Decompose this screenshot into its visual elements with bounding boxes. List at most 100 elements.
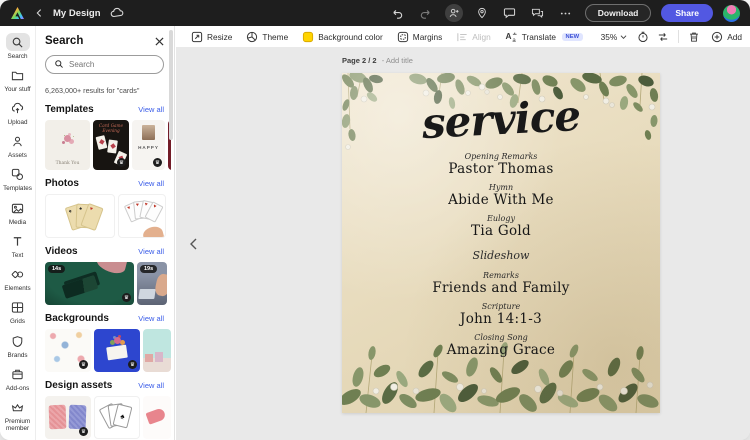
upload-cloud-icon xyxy=(6,99,30,117)
template-thumbnail-happy[interactable]: HAPPY ♛ xyxy=(132,120,165,170)
theme-icon xyxy=(246,31,258,43)
page-duration-icon[interactable] xyxy=(633,29,653,45)
template-thumbnail-card-game[interactable]: Card Game Evening ♛ xyxy=(93,120,129,170)
add-page-button[interactable]: Add xyxy=(704,31,742,43)
search-input[interactable] xyxy=(69,60,159,69)
photo-thumbnail-aces[interactable]: ♠ ♠ ♥ xyxy=(45,194,115,238)
undo-icon[interactable] xyxy=(389,4,407,22)
premium-crown-icon xyxy=(6,399,30,417)
new-badge: NEW xyxy=(562,32,583,41)
premium-crown-badge: ♛ xyxy=(153,158,162,167)
program-item[interactable]: Remarks Friends and Family xyxy=(342,271,660,296)
chevron-down-icon xyxy=(620,32,627,42)
laptop-decoration xyxy=(138,289,156,299)
translate-icon: A a xyxy=(505,31,518,43)
video-thumbnail-card-shuffle[interactable]: 14s ♛ xyxy=(45,262,134,305)
view-all-videos-link[interactable]: View all xyxy=(138,247,164,256)
card-back-decoration xyxy=(48,404,67,430)
results-count: 6,263,000+ results for "cards" xyxy=(45,86,140,95)
design-page[interactable]: service Opening Remarks Pastor Thomas Hy… xyxy=(342,73,660,413)
background-thumbnail-winter[interactable] xyxy=(143,329,171,372)
backgrounds-row: ♛ ♛ xyxy=(45,329,171,372)
delete-page-icon[interactable] xyxy=(684,29,704,45)
view-all-design-assets-link[interactable]: View all xyxy=(138,381,164,390)
view-all-templates-link[interactable]: View all xyxy=(138,105,164,114)
sidebar-item-templates[interactable]: Templates xyxy=(1,166,35,193)
close-icon[interactable] xyxy=(155,36,164,46)
share-button[interactable]: Share xyxy=(661,4,713,22)
chat-assistant-icon[interactable] xyxy=(529,4,547,22)
view-all-backgrounds-link[interactable]: View all xyxy=(138,314,164,323)
hand-decoration xyxy=(141,224,165,237)
back-chevron-icon[interactable] xyxy=(34,8,44,18)
search-icon xyxy=(5,33,30,51)
background-thumbnail-flower-envelope[interactable]: ♛ xyxy=(94,329,140,372)
document-title[interactable]: My Design xyxy=(53,8,101,19)
asset-thumbnail-spade-fan[interactable]: ♠ xyxy=(94,396,140,439)
user-avatar[interactable] xyxy=(723,4,740,22)
program-item[interactable]: Eulogy Tia Gold xyxy=(342,214,660,239)
page-label[interactable]: Page 2 / 2 - Add title xyxy=(342,56,413,65)
view-all-photos-link[interactable]: View all xyxy=(138,179,164,188)
sidebar-item-premium-member[interactable]: Premium member xyxy=(1,399,35,433)
sidebar-item-media[interactable]: Media xyxy=(1,199,35,226)
sidebar-item-search[interactable]: Search xyxy=(1,33,35,60)
background-color-button[interactable]: Background color xyxy=(295,31,390,43)
program-item[interactable]: Scripture John 14:1-3 xyxy=(342,302,660,327)
transitions-icon[interactable] xyxy=(653,29,673,45)
zoom-level-dropdown[interactable]: 35% xyxy=(595,32,634,42)
app-window: My Design Download Share Search Your stu… xyxy=(0,0,750,440)
theme-button[interactable]: Theme xyxy=(239,31,295,43)
adobe-express-logo[interactable] xyxy=(10,6,25,20)
house-decoration xyxy=(145,354,153,362)
photo-thumbnail-hand-of-cards[interactable]: ♥ ♥ ♥ ♥ xyxy=(118,194,166,238)
left-icon-rail: Search Your stuff Upload Assets Template… xyxy=(0,26,36,440)
brands-shield-icon xyxy=(6,332,30,350)
redo-icon[interactable] xyxy=(417,4,435,22)
videos-row: 14s ♛ 19s xyxy=(45,262,171,305)
svg-text:A: A xyxy=(505,31,511,41)
program-item[interactable]: Hymn Abide With Me xyxy=(342,183,660,208)
media-image-icon xyxy=(6,199,30,217)
program-item[interactable]: Slideshow xyxy=(342,245,660,265)
card-fan-decoration xyxy=(61,275,99,299)
premium-crown-badge: ♛ xyxy=(122,293,131,302)
program-item[interactable]: Opening Remarks Pastor Thomas xyxy=(342,152,660,177)
more-options-icon[interactable] xyxy=(557,4,575,22)
canvas-area[interactable]: Page 2 / 2 - Add title service Opening R… xyxy=(176,47,750,440)
resize-button[interactable]: Resize xyxy=(184,31,239,43)
card-decoration xyxy=(95,135,108,150)
search-icon xyxy=(54,56,64,74)
sidebar-item-elements[interactable]: Elements xyxy=(1,266,35,293)
program-item[interactable]: Closing Song Amazing Grace xyxy=(342,333,660,358)
asset-thumbnail-card-backs[interactable]: ♛ xyxy=(45,396,91,439)
comment-icon[interactable] xyxy=(501,4,519,22)
asset-thumbnail-partial[interactable] xyxy=(143,396,171,439)
align-button[interactable]: Align xyxy=(449,31,497,43)
presence-pin-icon[interactable] xyxy=(473,4,491,22)
folder-icon xyxy=(6,66,30,84)
sidebar-item-your-stuff[interactable]: Your stuff xyxy=(1,66,35,93)
sidebar-item-add-ons[interactable]: Add-ons xyxy=(1,365,35,392)
video-thumbnail-laptop[interactable]: 19s xyxy=(137,262,167,305)
sidebar-item-assets[interactable]: Assets xyxy=(1,133,35,160)
search-input-box[interactable] xyxy=(45,55,164,74)
sidebar-item-upload[interactable]: Upload xyxy=(1,99,35,126)
download-button[interactable]: Download xyxy=(584,4,652,22)
elements-shapes-icon xyxy=(6,266,30,284)
background-thumbnail-rainbow-pattern[interactable]: ♛ xyxy=(45,329,91,372)
panel-scrollbar[interactable] xyxy=(169,30,173,436)
collaborate-icon[interactable] xyxy=(444,4,463,22)
template-thumbnail-thank-you[interactable]: Thank You xyxy=(45,120,90,170)
workspace: Resize Theme Background color Margins Al… xyxy=(176,26,750,440)
text-icon xyxy=(6,232,30,250)
margins-button[interactable]: Margins xyxy=(390,31,450,43)
sidebar-item-grids[interactable]: Grids xyxy=(1,299,35,326)
panel-collapse-chevron[interactable] xyxy=(189,237,198,250)
resize-icon xyxy=(191,31,203,43)
design-assets-row: ♛ ♠ xyxy=(45,396,171,439)
cloud-sync-icon[interactable] xyxy=(110,7,124,19)
translate-button[interactable]: A a Translate NEW xyxy=(498,31,590,43)
sidebar-item-text[interactable]: Text xyxy=(1,232,35,259)
sidebar-item-brands[interactable]: Brands xyxy=(1,332,35,359)
